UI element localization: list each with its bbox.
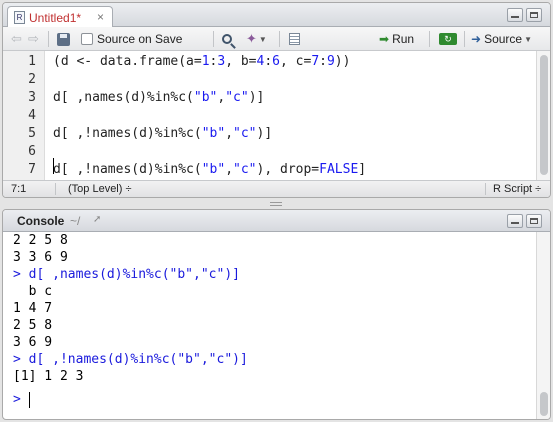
tab-title: Untitled1*: [29, 10, 82, 25]
editor-scrollbar[interactable]: [536, 51, 550, 182]
scrollbar-thumb[interactable]: [540, 55, 548, 175]
r-file-icon: R: [14, 11, 25, 24]
console-line: 1 4 7: [13, 301, 53, 316]
source-on-save-label: Source on Save: [97, 32, 183, 46]
chevron-down-icon: ▼: [258, 34, 267, 44]
run-button[interactable]: ➡ Run: [379, 27, 414, 51]
console-line: 2 2 5 8: [13, 233, 68, 248]
line-number: 7: [28, 162, 36, 177]
code-line[interactable]: d[ ,!names(d)%in%c("b","c")]: [53, 126, 272, 141]
code-tools-button[interactable]: ✦ ▼: [246, 27, 267, 51]
console-line: 3 6 9: [13, 335, 53, 350]
go-to-directory-icon[interactable]: ➚: [93, 214, 101, 225]
chevron-down-icon[interactable]: ▼: [524, 35, 532, 44]
source-label: Source: [484, 32, 523, 46]
console-line: > d[ ,names(d)%in%c("b","c")]: [13, 267, 240, 282]
tab-untitled1[interactable]: R Untitled1* ×: [7, 6, 113, 28]
console-pane: Console ~/ ➚ 2 2 5 8 3 3 6 9 > d[ ,names…: [2, 209, 551, 420]
console-title[interactable]: Console: [17, 214, 64, 228]
console-line: > d[ ,!names(d)%in%c("b","c")]: [13, 352, 248, 367]
console-prompt[interactable]: >: [13, 392, 21, 407]
console-scrollbar[interactable]: [536, 232, 550, 419]
source-on-save-checkbox[interactable]: [81, 33, 93, 45]
minimize-pane-button[interactable]: [507, 214, 523, 228]
line-number: 3: [28, 90, 36, 105]
scope-selector[interactable]: (Top Level) ÷: [68, 183, 132, 195]
source-button[interactable]: ➜ Source ▼: [471, 27, 532, 51]
code-line[interactable]: (d <- data.frame(a=1:3, b=4:6, c=7:9)): [53, 54, 350, 69]
code-tools-icon: ✦: [246, 31, 257, 46]
code-line[interactable]: d[ ,!names(d)%in%c("b","c"), drop=FALSE]: [53, 162, 366, 177]
run-label: Run: [392, 32, 415, 46]
line-number: 5: [28, 126, 36, 141]
line-number-gutter: 1 2 3 4 5 6 7: [3, 51, 45, 182]
editor-status-bar: 7:1 (Top Level) ÷ R Script ÷: [3, 180, 550, 197]
rerun-icon: ↻: [439, 33, 457, 45]
source-icon: ➜: [471, 32, 482, 46]
code-editor[interactable]: 1 2 3 4 5 6 7 (d <- data.frame(a=1:3, b=…: [3, 51, 538, 182]
console-line: 3 3 6 9: [13, 250, 68, 265]
line-number: 1: [28, 54, 36, 69]
working-directory: ~/: [70, 214, 81, 228]
close-tab-icon[interactable]: ×: [97, 10, 104, 24]
cursor-position: 7:1: [11, 183, 27, 195]
source-editor-pane: R Untitled1* × ⇦ ⇨ Source on Save ✦ ▼ ➡ …: [2, 2, 551, 198]
maximize-pane-button[interactable]: [526, 214, 542, 228]
text-cursor: [53, 158, 54, 174]
console-line: b c: [13, 284, 53, 299]
save-button[interactable]: [57, 27, 70, 51]
console-header: Console ~/ ➚: [3, 210, 550, 232]
editor-toolbar: ⇦ ⇨ Source on Save ✦ ▼ ➡ Run ↻ ➜ Source …: [3, 27, 550, 51]
rerun-button[interactable]: ↻: [439, 27, 457, 51]
source-tab-bar: R Untitled1* ×: [3, 3, 550, 28]
console-cursor: [29, 392, 30, 408]
scrollbar-thumb[interactable]: [540, 392, 548, 416]
compile-notebook-icon: [289, 33, 300, 45]
compile-notebook-button[interactable]: [289, 27, 300, 51]
run-icon: ➡: [379, 32, 390, 46]
back-arrow-icon[interactable]: ⇦: [11, 27, 22, 51]
console-output[interactable]: 2 2 5 8 3 3 6 9 > d[ ,names(d)%in%c("b",…: [3, 232, 538, 419]
line-number: 2: [28, 72, 36, 87]
pane-splitter[interactable]: [0, 199, 553, 209]
code-line[interactable]: d[ ,names(d)%in%c("b","c")]: [53, 90, 264, 105]
line-number: 6: [28, 144, 36, 159]
minimize-pane-button[interactable]: [507, 8, 523, 22]
search-icon: [222, 34, 232, 44]
line-number: 4: [28, 108, 36, 123]
source-on-save-toggle[interactable]: Source on Save: [81, 27, 182, 51]
save-icon: [57, 32, 70, 46]
splitter-grip[interactable]: [270, 202, 282, 206]
filetype-selector[interactable]: R Script ÷: [493, 183, 541, 195]
maximize-pane-button[interactable]: [526, 8, 542, 22]
console-line: [1] 1 2 3: [13, 369, 84, 384]
forward-arrow-icon[interactable]: ⇨: [28, 27, 39, 51]
find-replace-button[interactable]: [222, 27, 232, 51]
console-line: 2 5 8: [13, 318, 53, 333]
